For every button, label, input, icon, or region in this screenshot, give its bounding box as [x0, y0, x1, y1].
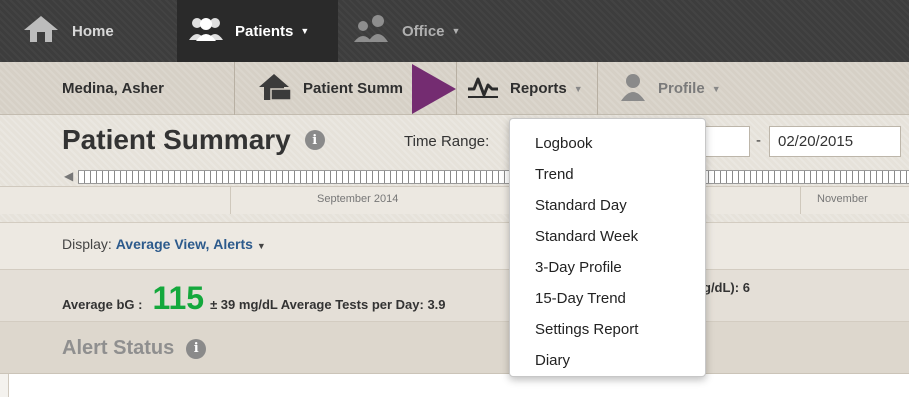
- display-comma: ,: [205, 236, 210, 252]
- page-title: Patient Summary: [62, 124, 291, 155]
- avg-bg-label: Average bG :: [62, 297, 143, 312]
- menu-item-trend[interactable]: Trend: [510, 159, 705, 190]
- nav-patients[interactable]: Patients ▼: [177, 0, 338, 62]
- nav-home-label: Home: [72, 22, 114, 40]
- display-prefix: Display:: [62, 236, 112, 252]
- menu-item-15-day-trend[interactable]: 15-Day Trend: [510, 283, 705, 314]
- stats-tail: g/dL): 6: [703, 280, 750, 295]
- tab-profile[interactable]: Profile ▼: [620, 62, 721, 115]
- date-separator: -: [756, 132, 761, 149]
- nav-office-label: Office: [402, 22, 445, 40]
- timeline-months: [0, 186, 909, 214]
- end-date-input[interactable]: 02/20/2015: [769, 126, 901, 157]
- content-panel: [8, 374, 909, 397]
- chevron-down-icon: ▼: [573, 83, 583, 94]
- timeline-month-label: November: [817, 193, 868, 205]
- divider: [456, 62, 457, 115]
- timeline-month-label: September 2014: [317, 193, 399, 205]
- menu-item-standard-day[interactable]: Standard Day: [510, 190, 705, 221]
- alert-status-header: Alert Status i: [62, 337, 207, 360]
- patient-name: Medina, Asher: [62, 80, 164, 97]
- tab-profile-label: Profile: [658, 80, 705, 97]
- tab-reports-label: Reports: [510, 80, 567, 97]
- chevron-down-icon: ▼: [451, 26, 461, 36]
- display-view-link[interactable]: Average View: [116, 236, 206, 252]
- divider: [234, 62, 235, 115]
- callout-arrow: [412, 64, 456, 114]
- divider: [597, 62, 598, 115]
- chevron-down-icon: ▼: [711, 83, 721, 94]
- display-selector[interactable]: Display: Average View, Alerts ▼: [62, 236, 266, 252]
- pulse-chart-icon: [466, 75, 500, 103]
- chevron-down-icon: ▼: [256, 241, 266, 251]
- menu-item-standard-week[interactable]: Standard Week: [510, 221, 705, 252]
- nav-office[interactable]: Office ▼: [352, 0, 460, 62]
- timeline-divider: [230, 186, 231, 214]
- nav-home[interactable]: Home: [22, 0, 114, 62]
- nav-patients-label: Patients: [235, 22, 294, 40]
- timeline-left-arrow-icon[interactable]: ◀: [64, 169, 73, 183]
- tab-patient-summary[interactable]: Patient Summ: [257, 62, 403, 115]
- home-folder-icon: [257, 73, 293, 105]
- menu-item-logbook[interactable]: Logbook: [510, 128, 705, 159]
- alert-status-title: Alert Status: [62, 337, 175, 359]
- reports-dropdown-menu: Logbook Trend Standard Day Standard Week…: [509, 118, 706, 377]
- person-icon: [620, 73, 646, 105]
- tab-patient-summary-label: Patient Summ: [303, 80, 404, 97]
- people-icon: [187, 16, 225, 46]
- stats-summary: Average bG : 115 ± 39 mg/dL Average Test…: [62, 280, 446, 317]
- chevron-down-icon: ▼: [300, 26, 310, 36]
- timeline-divider: [800, 186, 801, 214]
- display-alerts-link[interactable]: Alerts: [213, 236, 253, 252]
- time-range-label: Time Range:: [404, 133, 490, 150]
- page-title-wrap: Patient Summary i: [62, 124, 325, 156]
- tab-reports[interactable]: Reports ▼: [466, 62, 583, 115]
- house-icon: [22, 14, 60, 48]
- menu-item-settings-report[interactable]: Settings Report: [510, 314, 705, 345]
- menu-item-diary[interactable]: Diary: [510, 345, 705, 376]
- stats-tail-text: g/dL): 6: [703, 280, 750, 295]
- avg-bg-details: ± 39 mg/dL Average Tests per Day: 3.9: [210, 297, 446, 312]
- avg-bg-value: 115: [152, 280, 205, 316]
- timeline-scrubber[interactable]: [78, 170, 909, 184]
- info-icon[interactable]: i: [186, 338, 207, 359]
- office-people-icon: [352, 14, 392, 48]
- menu-item-3-day-profile[interactable]: 3-Day Profile: [510, 252, 705, 283]
- info-icon[interactable]: i: [304, 130, 325, 150]
